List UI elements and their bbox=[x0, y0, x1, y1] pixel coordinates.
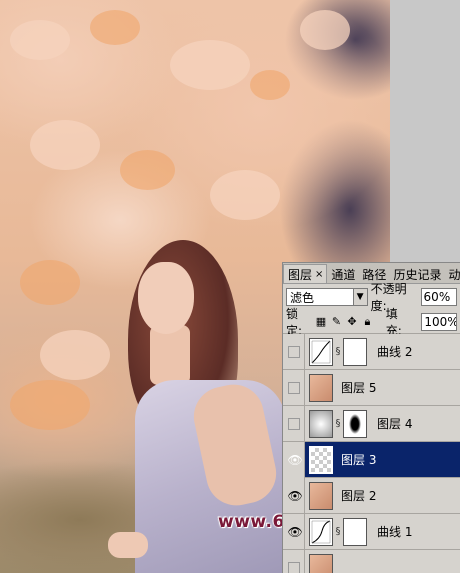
layer-name: 曲线 2 bbox=[377, 345, 413, 359]
visibility-toggle[interactable] bbox=[283, 549, 305, 573]
layer-mask-thumbnail[interactable] bbox=[343, 337, 367, 366]
layer-thumbnail bbox=[309, 481, 333, 510]
lock-row: 锁定: ▦ ✎ ✥ 🔒︎ 填充: 100% bbox=[283, 307, 460, 338]
eye-icon[interactable] bbox=[287, 417, 300, 430]
visibility-toggle[interactable] bbox=[283, 369, 305, 406]
tab-layers[interactable]: 图层 × bbox=[283, 264, 328, 283]
curves-thumbnail bbox=[309, 517, 333, 546]
layer-row-layer-5[interactable]: 图层 5 bbox=[283, 369, 460, 406]
layer-row-layer-2[interactable]: 👁︎ 图层 2 bbox=[283, 477, 460, 514]
move-icon[interactable]: ✥ bbox=[347, 315, 358, 328]
fill-input[interactable]: 100% bbox=[421, 312, 457, 331]
layer-thumbnail bbox=[309, 373, 333, 402]
eye-icon[interactable] bbox=[287, 345, 300, 358]
layer-row-partial[interactable] bbox=[283, 549, 460, 573]
brush-icon[interactable]: ✎ bbox=[331, 315, 342, 328]
layer-name: 图层 5 bbox=[341, 381, 377, 395]
layer-row-curves-2[interactable]: § 曲线 2 bbox=[283, 333, 460, 370]
eye-icon[interactable]: 👁︎ bbox=[288, 526, 303, 538]
visibility-toggle[interactable]: 👁︎ bbox=[283, 441, 305, 478]
chain-icon[interactable]: § bbox=[333, 346, 343, 357]
tab-channels[interactable]: 通道 bbox=[327, 264, 358, 283]
checkerboard-icon[interactable]: ▦ bbox=[316, 315, 327, 328]
blend-mode-value: 滤色 bbox=[290, 290, 315, 305]
woman-face bbox=[138, 262, 194, 334]
layer-name: 曲线 1 bbox=[377, 525, 413, 539]
blossom-cluster bbox=[250, 70, 290, 100]
layer-thumbnail bbox=[309, 445, 333, 474]
close-icon[interactable]: × bbox=[315, 269, 323, 280]
blossom-cluster bbox=[40, 330, 110, 380]
layer-thumbnail bbox=[309, 553, 333, 573]
blossom-cluster bbox=[120, 150, 175, 190]
blend-mode-select[interactable]: 滤色 ▼ bbox=[286, 288, 368, 306]
eye-icon[interactable]: 👁︎ bbox=[288, 454, 303, 466]
blossom-cluster bbox=[10, 380, 90, 430]
woman-neck bbox=[150, 325, 190, 385]
visibility-toggle[interactable] bbox=[283, 405, 305, 442]
woman-hand bbox=[108, 532, 148, 558]
layer-mask-thumbnail[interactable] bbox=[343, 409, 367, 438]
layer-name: 图层 2 bbox=[341, 489, 377, 503]
layer-row-curves-1[interactable]: 👁︎ § 曲线 1 bbox=[283, 513, 460, 550]
opacity-input[interactable]: 60% bbox=[420, 288, 457, 306]
blossom-cluster bbox=[20, 260, 80, 305]
eye-icon[interactable] bbox=[287, 561, 300, 573]
eye-icon[interactable]: 👁︎ bbox=[288, 490, 303, 502]
chain-icon[interactable]: § bbox=[333, 526, 343, 537]
lock-icon[interactable]: 🔒︎ bbox=[362, 315, 373, 329]
eye-icon[interactable] bbox=[287, 381, 300, 394]
blossom-cluster bbox=[300, 10, 350, 50]
chevron-down-icon[interactable]: ▼ bbox=[352, 289, 367, 305]
blossom-cluster bbox=[170, 40, 250, 90]
blossom-cluster bbox=[90, 10, 140, 45]
visibility-toggle[interactable] bbox=[283, 333, 305, 370]
chain-icon[interactable]: § bbox=[333, 418, 343, 429]
curves-thumbnail bbox=[309, 337, 333, 366]
layers-panel: 图层 × 通道 路径 历史记录 动作 滤色 ▼ 不透明度: 60% 锁定: ▦ … bbox=[282, 262, 460, 573]
layer-name: 图层 3 bbox=[341, 453, 377, 467]
layer-thumbnail bbox=[309, 409, 333, 438]
visibility-toggle[interactable]: 👁︎ bbox=[283, 477, 305, 514]
blossom-cluster bbox=[30, 120, 100, 170]
tab-label: 图层 bbox=[288, 267, 313, 282]
visibility-toggle[interactable]: 👁︎ bbox=[283, 513, 305, 550]
layer-name: 图层 4 bbox=[377, 417, 413, 431]
layer-mask-thumbnail[interactable] bbox=[343, 517, 367, 546]
layer-row-layer-3[interactable]: 👁︎ 图层 3 bbox=[283, 441, 460, 478]
blossom-cluster bbox=[210, 170, 280, 220]
tab-actions[interactable]: 动作 bbox=[444, 264, 460, 283]
blossom-cluster bbox=[10, 20, 70, 60]
layer-row-layer-4[interactable]: § 图层 4 bbox=[283, 405, 460, 442]
